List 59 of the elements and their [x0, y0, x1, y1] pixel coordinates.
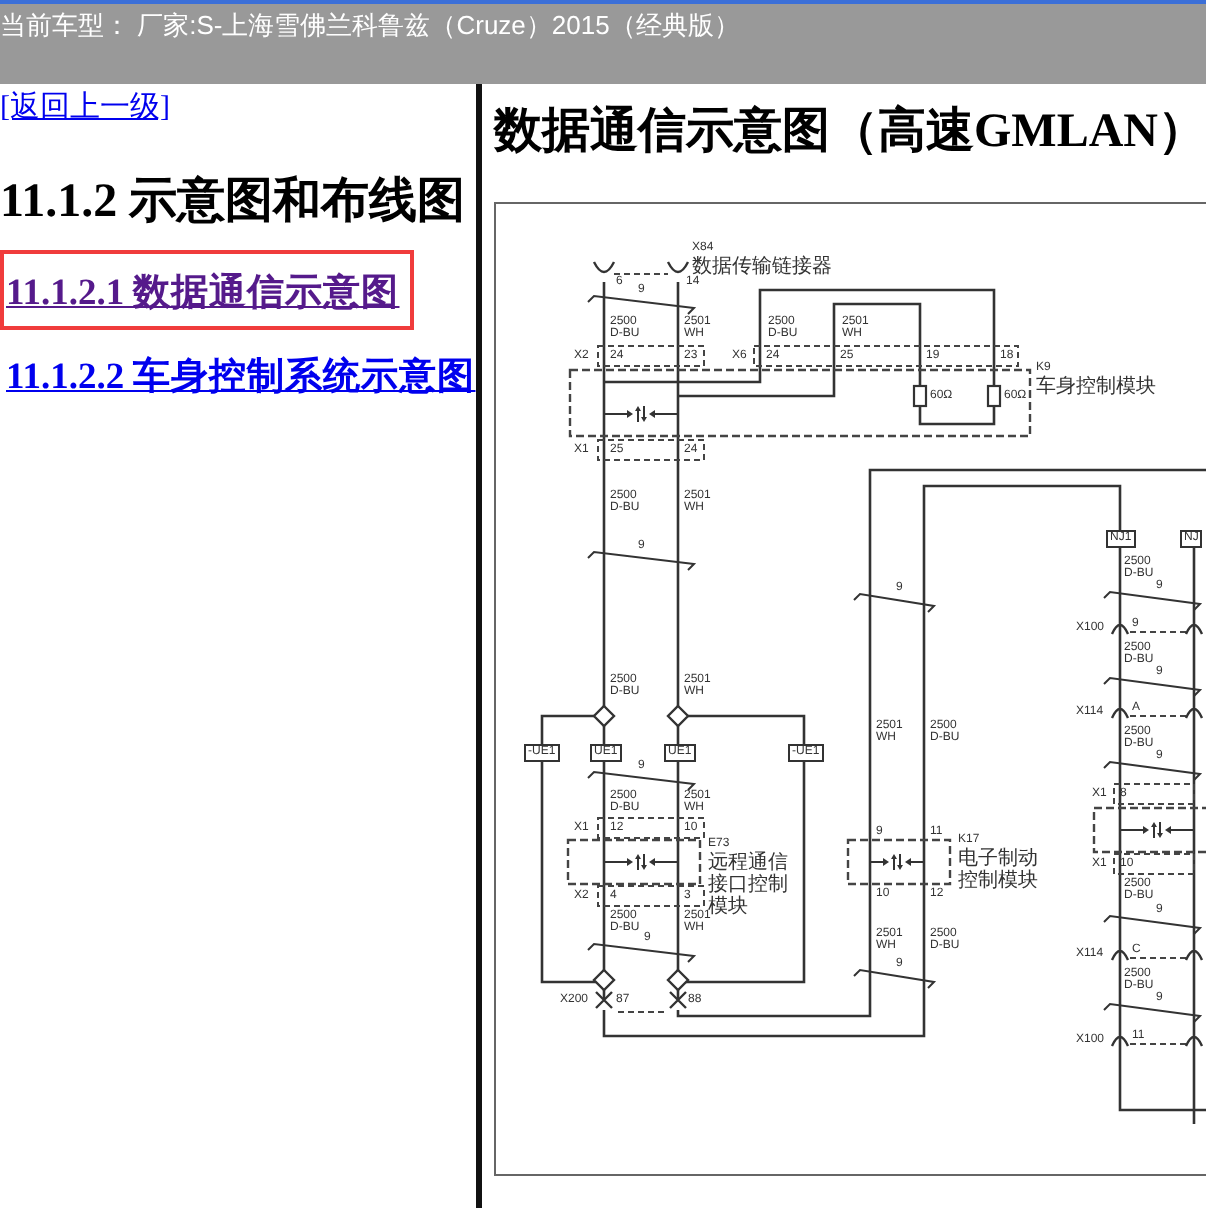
module-outline	[846, 838, 952, 886]
splice-icon	[592, 968, 616, 992]
splice-icon	[666, 968, 690, 992]
back-link[interactable]: [返回上一级]	[0, 92, 170, 126]
connector-outline	[597, 817, 705, 839]
splice-icon	[666, 704, 690, 728]
connector-pin-icon	[666, 261, 690, 274]
connector-outline	[613, 273, 669, 275]
connector-outline	[1129, 715, 1187, 717]
twisted-pair-marker	[1103, 676, 1203, 697]
connector-outline	[597, 885, 705, 907]
connector-pin-icon	[592, 261, 616, 274]
connector-pin-icon	[1184, 624, 1204, 635]
connector-pin-icon	[1184, 950, 1204, 961]
connector-pin-icon	[668, 990, 688, 1010]
data-flow-icon	[603, 405, 679, 423]
twisted-pair-marker	[1103, 590, 1203, 611]
twisted-pair-marker	[853, 968, 937, 989]
data-flow-icon	[1119, 821, 1195, 839]
connector-outline	[597, 345, 705, 367]
resistor-icon	[986, 384, 1002, 408]
twisted-pair-marker	[587, 294, 697, 315]
connector-pin-icon	[1110, 708, 1130, 719]
twisted-pair-marker	[1103, 914, 1203, 935]
twisted-pair-marker	[1103, 760, 1203, 781]
module-outline	[1092, 806, 1206, 854]
twisted-pair-marker	[853, 592, 937, 613]
section-heading: 11.1.2 示意图和布线图	[0, 174, 468, 230]
connector-outline	[1129, 957, 1187, 959]
resistor-icon	[912, 384, 928, 408]
connector-name: 数据传输链接器	[692, 256, 832, 278]
module-name: 远程通信接口控制模块	[708, 852, 788, 918]
twisted-pair-marker	[587, 770, 697, 791]
connector-pin-icon	[1110, 950, 1130, 961]
module-name: 车身控制模块	[1036, 376, 1156, 398]
splice-icon	[592, 704, 616, 728]
connector-outline	[1129, 1043, 1187, 1045]
twisted-pair-marker	[587, 942, 697, 963]
vehicle-title: 当前车型： 厂家:S-上海雪佛兰科鲁兹（Cruze）2015（经典版）	[0, 10, 742, 40]
connector-outline	[617, 1011, 667, 1013]
section-link[interactable]: 11.1.2.1 数据通信示意图	[6, 272, 400, 316]
module-outline	[566, 838, 702, 886]
connector-outline	[1129, 631, 1187, 633]
data-flow-icon	[603, 853, 679, 871]
twisted-pair-marker	[1103, 1002, 1203, 1023]
connector-pin-icon	[1184, 1036, 1204, 1047]
twisted-pair-marker	[587, 550, 697, 571]
connector-pin-icon	[594, 990, 614, 1010]
connector-pin-icon	[1110, 1036, 1130, 1047]
connector-outline	[597, 439, 705, 461]
data-flow-icon	[869, 853, 925, 871]
diagram-heading: 数据通信示意图（高速GMLAN）	[494, 106, 1206, 158]
wire	[918, 406, 996, 426]
module-name: 电子制动控制模块	[958, 848, 1038, 892]
connector-pin-icon	[1184, 708, 1204, 719]
connector-outline	[1113, 783, 1195, 805]
connector-pin-icon	[1110, 624, 1130, 635]
section-link[interactable]: 11.1.2.2 车身控制系统示意图	[6, 356, 476, 400]
connector-outline	[1113, 853, 1195, 875]
